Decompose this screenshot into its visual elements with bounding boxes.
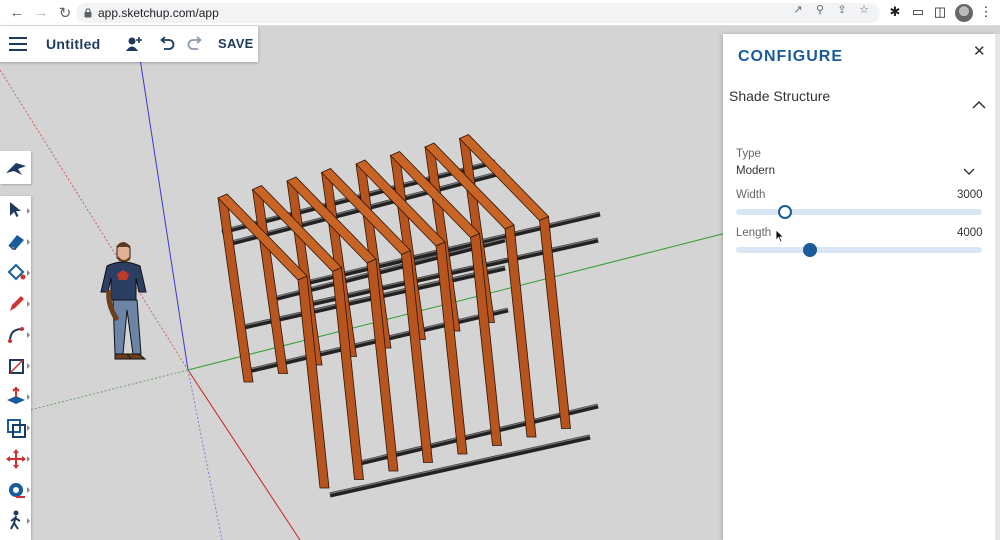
move-icon [5,449,26,469]
add-collaborator-icon[interactable] [125,35,143,53]
section-title[interactable]: Shade Structure [729,88,830,104]
search-3d-warehouse-icon [6,163,26,175]
mouse-cursor-icon [775,229,785,243]
zoom-icon[interactable]: ⚲ [814,4,826,16]
app-toolbar: Untitled SAVE [0,26,258,62]
rectangle-icon [8,359,24,374]
tape-measure-icon [8,483,25,498]
undo-icon[interactable] [158,35,176,53]
tool-eraser[interactable] [0,227,31,257]
chevron-down-icon[interactable] [963,168,975,176]
panel-title: CONFIGURE [738,48,843,65]
pencil-icon [9,296,24,311]
lock-icon [84,8,92,18]
avatar[interactable] [955,4,973,22]
share-icon[interactable]: ⇪ [836,4,848,16]
red-axis [187,369,301,540]
shade-structure-model [217,134,601,498]
offset-icon [6,419,26,438]
type-label: Type [736,148,761,160]
select-icon [9,202,21,217]
search-tool-button[interactable] [0,151,31,184]
width-slider[interactable] [736,205,982,219]
browser-toolbar: ← → ↻ app.sketchup.com/app ↗ ⚲ ⇪ ☆ ✱ ▭ ◫… [0,0,1000,26]
bookmark-star-icon[interactable]: ☆ [858,4,870,16]
length-slider-thumb[interactable] [802,243,817,257]
tools-panel [0,196,31,540]
tool-offset[interactable] [0,413,31,443]
address-bar[interactable]: app.sketchup.com/app [76,3,880,23]
width-value: 3000 [957,189,983,201]
sidebar-icon[interactable]: ◫ [932,4,948,20]
tool-arc[interactable] [0,320,31,350]
open-external-icon[interactable]: ↗ [792,4,804,16]
forward-icon[interactable]: → [30,2,52,24]
tool-push-pull[interactable] [0,382,31,412]
tool-rectangle[interactable] [0,351,31,381]
cast-icon[interactable]: ▭ [910,4,926,20]
tool-move[interactable] [0,444,31,474]
eraser-icon [7,235,24,250]
configure-panel: CONFIGURE ✕ Shade Structure Type Modern … [723,34,995,540]
tool-select[interactable] [0,196,31,226]
scale-figure [100,242,147,360]
url-text: app.sketchup.com/app [98,6,219,20]
blue-axis [134,26,189,371]
hamburger-menu-icon[interactable] [9,37,27,51]
tool-paint-bucket[interactable] [0,258,31,288]
type-select[interactable]: Modern [736,165,775,177]
width-label: Width [736,189,766,201]
tool-pencil[interactable] [0,289,31,319]
length-label: Length [736,227,772,239]
length-value: 4000 [957,227,983,239]
tool-walk[interactable] [0,506,31,536]
close-icon[interactable]: ✕ [973,42,986,60]
save-button[interactable]: SAVE [218,36,254,51]
green-axis-dashed [29,369,189,411]
length-slider[interactable] [736,243,982,257]
width-slider-thumb[interactable] [778,205,793,219]
extensions-icon[interactable]: ✱ [887,4,903,20]
document-title[interactable]: Untitled [46,36,101,52]
walk-icon [9,510,21,530]
right-scroll-strip [995,34,1000,540]
paint-bucket-icon [7,263,25,281]
back-icon[interactable]: ← [6,2,28,24]
arc-icon [7,327,24,343]
push-pull-icon [6,386,25,404]
redo-icon[interactable] [186,35,204,53]
reload-icon[interactable]: ↻ [54,2,76,24]
more-menu-icon[interactable]: ⋮ [978,4,994,20]
chevron-up-icon[interactable] [972,100,986,109]
tool-tape-measure[interactable] [0,475,31,505]
